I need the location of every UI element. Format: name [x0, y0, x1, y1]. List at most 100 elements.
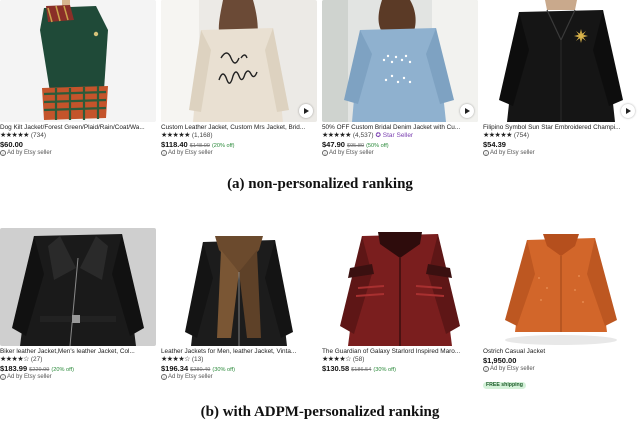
price: $183.99	[0, 364, 28, 373]
rating: ★★★★★ (734)	[0, 132, 156, 140]
rating-count: (13)	[191, 356, 204, 363]
star-rating-icon: ★★★★☆	[0, 356, 29, 363]
rating: ★★★★☆ (58)	[322, 356, 478, 364]
cream-leather-jacket-image	[161, 0, 317, 122]
product-image[interactable]	[483, 228, 639, 346]
info-icon[interactable]: i	[483, 150, 489, 156]
ad-label: i Ad by Etsy seller	[483, 149, 639, 157]
price-row: $196.34 $280.49 (30% off)	[161, 364, 317, 373]
discount: (20% off)	[51, 367, 74, 373]
price: $60.00	[0, 140, 23, 149]
ad-label-text: Ad by Etsy seller	[7, 374, 52, 380]
listing-row-adpm-personalized: Biker leather Jacket,Men's leather Jacke…	[0, 228, 640, 396]
ad-label-text: Ad by Etsy seller	[490, 366, 535, 372]
black-biker-jacket-image	[0, 228, 156, 346]
listing-card[interactable]: Dog Kilt Jacket/Forest Green/Plaid/Rain/…	[0, 0, 156, 157]
rating-count: (58)	[352, 356, 365, 363]
listing-title[interactable]: Ostrich Casual Jacket	[483, 348, 639, 356]
info-icon[interactable]: i	[0, 374, 6, 380]
listing-title[interactable]: Leather Jackets for Men, leather Jacket,…	[161, 348, 317, 356]
product-image[interactable]	[322, 228, 478, 346]
product-image[interactable]	[0, 228, 156, 346]
listing-card[interactable]: Filipino Symbol Sun Star Embroidered Cha…	[483, 0, 639, 157]
play-video-icon[interactable]	[460, 104, 474, 118]
rating-count: (4,537)	[352, 132, 374, 139]
star-rating-icon: ★★★★☆	[322, 356, 351, 363]
ad-label: i Ad by Etsy seller	[0, 149, 156, 157]
ad-label-text: Ad by Etsy seller	[168, 150, 213, 156]
listing-card[interactable]: The Guardian of Galaxy Starlord Inspired…	[322, 228, 478, 373]
discount: (20% off)	[211, 143, 235, 149]
price: $47.90	[322, 140, 345, 149]
star-rating-icon: ★★★★★	[483, 132, 512, 139]
price: $118.40	[161, 140, 188, 149]
product-image[interactable]	[322, 0, 478, 122]
ad-label: i Ad by Etsy seller	[161, 149, 317, 157]
info-icon[interactable]: i	[322, 150, 328, 156]
free-shipping-badge: FREE shipping	[483, 382, 526, 389]
rating: ★★★★★ (1,168)	[161, 132, 317, 140]
rating-count: (734)	[30, 132, 47, 139]
ad-label: i Ad by Etsy seller	[0, 373, 156, 381]
denim-jacket-image	[322, 0, 478, 122]
play-video-icon[interactable]	[299, 104, 313, 118]
product-image[interactable]	[161, 0, 317, 122]
rating-count: (27)	[30, 356, 43, 363]
product-image[interactable]	[483, 0, 639, 122]
listing-title[interactable]: Filipino Symbol Sun Star Embroidered Cha…	[483, 124, 639, 132]
product-image[interactable]	[0, 0, 156, 122]
discount: (30% off)	[212, 367, 235, 373]
rating-count: (1,168)	[191, 132, 213, 139]
listing-card[interactable]: Leather Jackets for Men, leather Jacket,…	[161, 228, 317, 381]
price: $196.34	[161, 364, 189, 373]
listing-card[interactable]: Ostrich Casual Jacket $1,950.00 i Ad by E…	[483, 228, 639, 391]
listing-card[interactable]: 50% OFF Custom Bridal Denim Jacket with …	[322, 0, 478, 157]
listing-card[interactable]: Biker leather Jacket,Men's leather Jacke…	[0, 228, 156, 381]
star-rating-icon: ★★★★★	[0, 132, 29, 139]
shearling-collar-jacket-image	[161, 228, 317, 346]
discount: (30% off)	[373, 367, 396, 373]
ad-label-text: Ad by Etsy seller	[7, 150, 52, 156]
info-icon[interactable]: i	[0, 150, 6, 156]
price-row: $60.00	[0, 140, 156, 149]
star-rating-icon: ★★★★★	[161, 132, 190, 139]
ad-label: i Ad by Etsy seller	[322, 149, 478, 157]
play-video-icon[interactable]	[621, 104, 635, 118]
star-seller-badge: ✪ Star Seller	[375, 132, 414, 139]
listing-title[interactable]: Custom Leather Jacket, Custom Mrs Jacket…	[161, 124, 317, 132]
rating: ★★★★☆ (13)	[161, 356, 317, 364]
price: $54.39	[483, 140, 506, 149]
price: $130.58	[322, 364, 350, 373]
listing-title[interactable]: Dog Kilt Jacket/Forest Green/Plaid/Rain/…	[0, 124, 156, 132]
rating: ★★★★★ (4,537) ✪ Star Seller	[322, 132, 478, 140]
caption-adpm-personalized: (b) with ADPM-personalized ranking	[200, 404, 440, 420]
listing-title[interactable]: Biker leather Jacket,Men's leather Jacke…	[0, 348, 156, 356]
info-icon[interactable]: i	[483, 366, 489, 372]
price-row: $118.40 $148.00 (20% off)	[161, 140, 317, 149]
black-windbreaker-image	[483, 0, 639, 122]
price-row: $47.90 $95.80 (50% off)	[322, 140, 478, 149]
ad-label-text: Ad by Etsy seller	[168, 374, 213, 380]
star-rating-icon: ★★★★☆	[161, 356, 190, 363]
rating: ★★★★☆ (27)	[0, 356, 156, 364]
price: $1,950.00	[483, 356, 517, 365]
red-starlord-jacket-image	[322, 228, 478, 346]
price-row: $54.39	[483, 140, 639, 149]
price-row: $130.58 $186.54 (30% off)	[322, 364, 478, 373]
listing-title[interactable]: The Guardian of Galaxy Starlord Inspired…	[322, 348, 478, 356]
original-price: $186.54	[351, 367, 372, 373]
info-icon[interactable]: i	[161, 374, 167, 380]
product-image[interactable]	[161, 228, 317, 346]
rating-count: (754)	[513, 132, 530, 139]
listing-title[interactable]: 50% OFF Custom Bridal Denim Jacket with …	[322, 124, 478, 132]
price-row: $183.99 $229.99 (20% off)	[0, 364, 156, 373]
ad-label: i Ad by Etsy seller	[161, 373, 317, 381]
ad-label-text: Ad by Etsy seller	[490, 150, 535, 156]
ad-label: i Ad by Etsy seller	[483, 365, 639, 373]
ad-label-text: Ad by Etsy seller	[329, 150, 374, 156]
orange-ostrich-jacket-image	[483, 228, 639, 346]
star-rating-icon: ★★★★★	[322, 132, 351, 139]
info-icon[interactable]: i	[161, 150, 167, 156]
caption-non-personalized: (a) non-personalized ranking	[227, 176, 413, 192]
listing-card[interactable]: Custom Leather Jacket, Custom Mrs Jacket…	[161, 0, 317, 157]
